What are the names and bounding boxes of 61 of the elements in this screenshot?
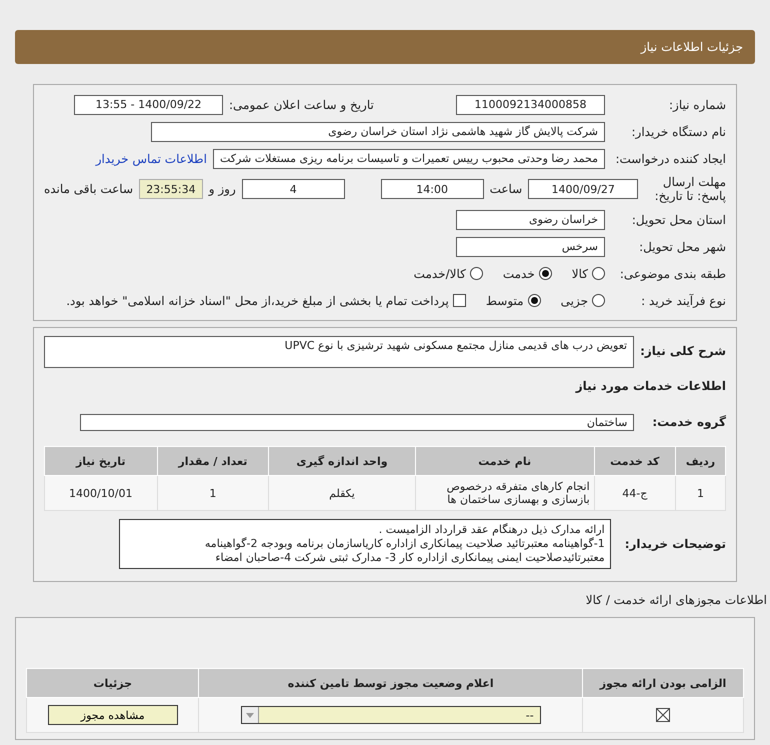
radio-button[interactable] xyxy=(592,294,605,307)
radio-label: کالا xyxy=(572,266,588,280)
radio-label: خدمت xyxy=(502,266,535,280)
section-label: شرح کلی نیاز: xyxy=(640,344,726,358)
radio-button[interactable] xyxy=(592,267,605,280)
field-label: طبقه بندی موضوعی: xyxy=(618,266,726,280)
column-header: نام خدمت xyxy=(415,446,594,476)
radio-button[interactable] xyxy=(528,294,541,307)
deadline-time-field: 14:00 xyxy=(380,179,484,199)
table-cell: ج-44 xyxy=(594,476,676,510)
column-header: اعلام وضعیت مجوز توسط تامین کننده xyxy=(198,668,583,698)
column-header: جزئیات xyxy=(26,668,199,698)
buyer-notes-text: ارائه مدارک ذیل درهنگام عقد قرارداد الزامیست . 1-گواهینامه معتبرتائید صلاحیت پیمانکاری ازاداره کاریاسازمان برنامه وبودجه 2-گواهینامه معتبرتائیدصلاحیت ایمنی پیمانکاری ازاداره کار 3- مدارک ثبتی شرکت 4-صاحبان امضاء xyxy=(118,519,611,569)
column-header: تعداد / مقدار xyxy=(157,446,269,476)
buyer-contact-link[interactable]: اطلاعات تماس خریدار xyxy=(96,152,207,166)
field-label: نوع فرآیند خرید : xyxy=(640,294,726,308)
field-label: تاریخ و ساعت اعلان عمومی: xyxy=(229,98,374,112)
city-field: سرخس xyxy=(456,236,605,256)
field-label: ساعت باقی مانده xyxy=(44,182,133,196)
announce-date-field: 1400/09/22 - 13:55 xyxy=(74,94,223,114)
checkbox-label: پرداخت تمام یا بخشی از مبلغ خرید،از محل "اسناد خزانه اسلامی" خواهد بود. xyxy=(66,294,449,308)
province-field: خراسان رضوی xyxy=(456,210,605,230)
radio-label: متوسط xyxy=(486,294,524,308)
field-label: نام دستگاه خریدار: xyxy=(630,124,726,138)
field-label: استان محل تحویل: xyxy=(630,212,726,226)
column-header: تاریخ نیاز xyxy=(44,446,157,476)
field-label: ساعت xyxy=(490,182,522,196)
view-license-button[interactable]: مشاهده مجوز xyxy=(48,705,178,725)
field-label: مهلت ارسال پاسخ: تا تاریخ: xyxy=(654,175,726,203)
radio-button[interactable] xyxy=(470,267,483,280)
checkbox[interactable] xyxy=(452,294,466,307)
field-label: ایجاد کننده درخواست: xyxy=(614,152,726,166)
table-cell: 1 xyxy=(675,476,726,510)
remaining-time-field: 23:55:34 xyxy=(139,179,203,199)
field-label: شهر محل تحویل: xyxy=(638,240,726,254)
field-label: روز و xyxy=(208,182,236,196)
column-header: الزامی بودن ارائه مجوز xyxy=(582,668,744,698)
table-cell: یکقلم xyxy=(268,476,416,510)
page-header: جزئیات اطلاعات نیاز xyxy=(15,30,755,64)
radio-label: جزیی xyxy=(560,294,588,308)
days-field: 4 xyxy=(242,179,345,199)
column-header: ردیف xyxy=(675,446,726,476)
section-title: اطلاعات مجوزهای ارائه خدمت / کالا xyxy=(586,592,767,606)
section-title: اطلاعات خدمات مورد نیاز xyxy=(576,379,726,393)
section-label: گروه خدمت: xyxy=(652,415,726,429)
radio-button[interactable] xyxy=(538,267,552,280)
buyer-org-field: شرکت پالایش گاز شهید هاشمی نژاد استان خراسان رضوی xyxy=(151,122,605,142)
need-number-field: 1100092134000858 xyxy=(456,94,605,114)
requester-field: محمد رضا وحدتی محبوب رییس تعمیرات و تاسیسات برنامه ریزی مستغلات شرکت xyxy=(212,148,605,168)
service-group-field: ساختمان xyxy=(80,414,634,430)
description-field: تعویض درب های قدیمی منازل مجتمع مسکونی شهید ترشیزی با نوع UPVC xyxy=(44,336,634,368)
section-label: توضیحات خریدار: xyxy=(624,537,726,551)
table-cell: 1 xyxy=(157,476,269,510)
field-label: شماره نیاز: xyxy=(668,98,726,112)
column-header: واحد اندازه گیری xyxy=(268,446,416,476)
radio-label: کالا/خدمت xyxy=(414,266,466,280)
deadline-date-field: 1400/09/27 xyxy=(528,179,638,199)
column-header: کد خدمت xyxy=(594,446,676,476)
table-cell: انجام کارهای متفرقه درخصوص بازسازی و بهسازی ساختمان ها xyxy=(415,476,594,510)
status-dropdown[interactable]: -- xyxy=(240,706,541,724)
table-cell: 1400/10/01 xyxy=(44,476,157,510)
